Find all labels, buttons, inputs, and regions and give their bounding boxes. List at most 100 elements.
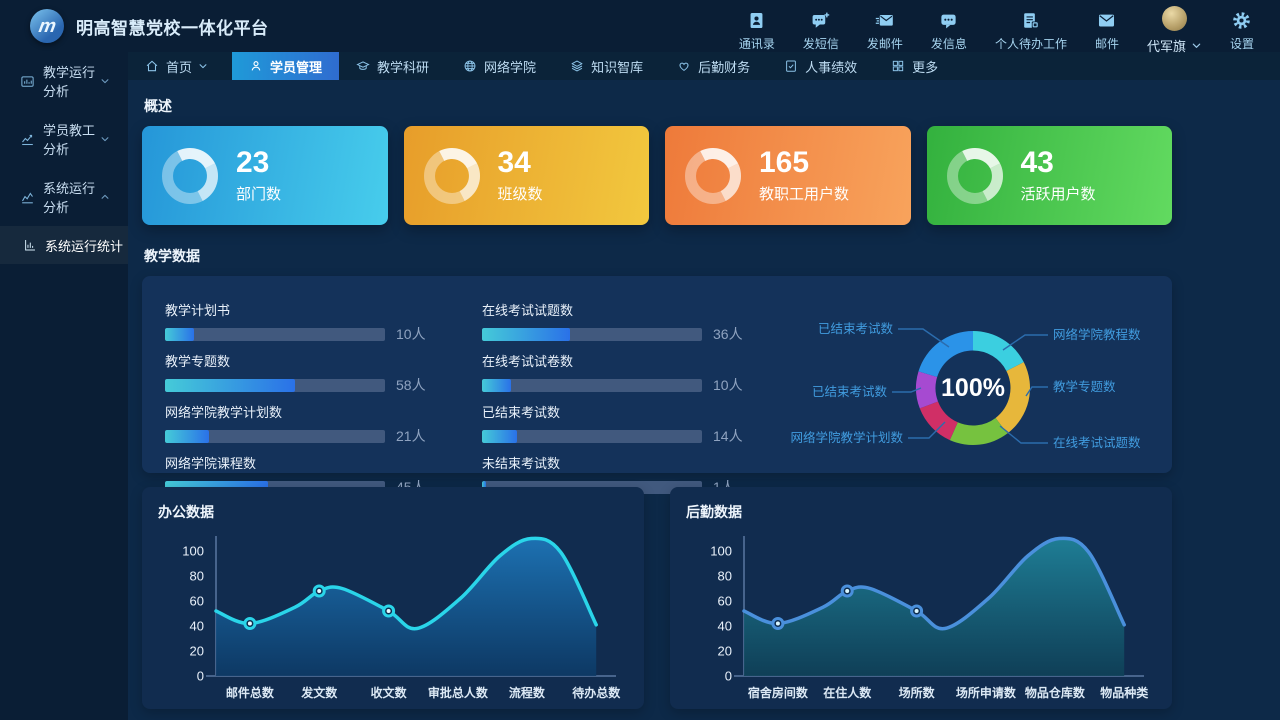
bar-label: 已结束考试数 bbox=[482, 402, 765, 421]
nav-item-user[interactable]: 学员管理 bbox=[232, 52, 339, 80]
nav-item-globe[interactable]: 网络学院 bbox=[446, 52, 553, 80]
header-action-mail-send[interactable]: 发邮件 bbox=[867, 1, 903, 52]
donut-center-label: 100% bbox=[941, 374, 1005, 402]
data-point-dot-center bbox=[248, 622, 252, 626]
header-action-label: 通讯录 bbox=[739, 35, 775, 52]
nav-item-clipboard-check[interactable]: 人事绩效 bbox=[767, 52, 874, 80]
user-name: 代军旗 bbox=[1147, 36, 1186, 55]
nav-item-label: 人事绩效 bbox=[805, 57, 857, 76]
data-point-dot-center bbox=[915, 609, 919, 613]
teaching-data-panel: 教学计划书10人教学专题数58人网络学院教学计划数21人网络学院课程数45人 在… bbox=[142, 276, 1172, 473]
header-action-sms-plus[interactable]: 发短信 bbox=[803, 1, 839, 52]
user-name-row: 代军旗 bbox=[1147, 36, 1202, 55]
donut-segment-label: 网络学院教程数 bbox=[1053, 327, 1141, 342]
x-axis-category-label: 邮件总数 bbox=[226, 685, 275, 700]
bar-label: 未结束考试数 bbox=[482, 453, 765, 472]
stat-card[interactable]: 34班级数 bbox=[404, 126, 650, 225]
nav-item-home[interactable]: 首页 bbox=[128, 52, 232, 80]
stat-value: 23 bbox=[236, 147, 281, 179]
nav-item-label: 更多 bbox=[912, 57, 938, 76]
nav-item-cap[interactable]: 教学科研 bbox=[339, 52, 446, 80]
header-action-contact-book[interactable]: 通讯录 bbox=[739, 1, 775, 52]
bar-track bbox=[482, 430, 702, 443]
sidebar-item-area-chart[interactable]: 系统运行分析 bbox=[0, 168, 128, 226]
mail-send-icon bbox=[875, 11, 894, 30]
bar-label: 在线考试试卷数 bbox=[482, 351, 765, 370]
layers-icon bbox=[570, 59, 584, 73]
bar-value: 36人 bbox=[713, 324, 743, 344]
nav-item-grid[interactable]: 更多 bbox=[874, 52, 955, 80]
nav-item-heart[interactable]: 后勤财务 bbox=[660, 52, 767, 80]
bar-value: 58人 bbox=[396, 375, 426, 395]
settings-label: 设置 bbox=[1230, 35, 1254, 52]
stat-value: 34 bbox=[498, 147, 543, 179]
header-action-todo-list[interactable]: 个人待办工作 bbox=[995, 1, 1067, 52]
histogram-icon bbox=[23, 238, 37, 252]
overview-title: 概述 bbox=[144, 96, 1172, 116]
sidebar-item-label: 系统运行分析 bbox=[43, 178, 100, 216]
bar-row: 10人 bbox=[165, 324, 448, 344]
bar-value: 14人 bbox=[713, 426, 743, 446]
stat-label: 部门数 bbox=[236, 183, 281, 204]
stat-card[interactable]: 43活跃用户数 bbox=[927, 126, 1173, 225]
gear-icon bbox=[1232, 11, 1251, 30]
bar-label: 网络学院课程数 bbox=[165, 453, 448, 472]
donut-svg: 100%已结束考试数已结束考试数网络学院教学计划数网络学院教程数教学专题数在线考… bbox=[773, 302, 1173, 474]
x-axis-category-label: 发文数 bbox=[300, 685, 338, 700]
stat-text: 23 部门数 bbox=[236, 147, 281, 205]
bar-label: 教学专题数 bbox=[165, 351, 448, 370]
sms-plus-icon bbox=[811, 11, 830, 30]
header-action-label: 发邮件 bbox=[867, 35, 903, 52]
x-axis-category-label: 待办总数 bbox=[572, 685, 621, 700]
x-axis-category-label: 宿舍房间数 bbox=[748, 685, 809, 700]
user-icon bbox=[249, 59, 263, 73]
area-fill bbox=[744, 538, 1124, 676]
ring-icon bbox=[947, 148, 1003, 204]
donut-segment-label: 已结束考试数 bbox=[818, 321, 894, 336]
sidebar-item-line-chart[interactable]: 学员教工分析 bbox=[0, 110, 128, 168]
overview-cards: 23 部门数 34班级数165教职工用户数43活跃用户数 bbox=[142, 126, 1172, 225]
header-action-envelope[interactable]: 邮件 bbox=[1095, 1, 1119, 52]
clipboard-check-icon bbox=[784, 59, 798, 73]
sidebar-item-bar-chart[interactable]: 教学运行分析 bbox=[0, 52, 128, 110]
chevron-down-icon bbox=[198, 61, 208, 71]
stat-card[interactable]: 165教职工用户数 bbox=[665, 126, 911, 225]
bar-fill bbox=[482, 328, 570, 341]
data-point-dot-center bbox=[776, 622, 780, 626]
nav-item-layers[interactable]: 知识智库 bbox=[553, 52, 660, 80]
header-action-chat-bubble[interactable]: 发信息 bbox=[931, 1, 967, 52]
chat-bubble-icon bbox=[939, 11, 958, 30]
bar-row: 58人 bbox=[165, 375, 448, 395]
header-action-label: 发信息 bbox=[931, 35, 967, 52]
avatar bbox=[1162, 6, 1187, 31]
office-data-title: 办公数据 bbox=[158, 502, 628, 522]
x-axis-category-label: 审批总人数 bbox=[428, 685, 489, 700]
bar-group: 教学专题数 58人 bbox=[165, 351, 448, 395]
donut-segment-label: 在线考试试题数 bbox=[1053, 435, 1141, 450]
x-axis-category-label: 物品种类 bbox=[1100, 685, 1149, 700]
y-axis-tick-label: 20 bbox=[718, 644, 732, 659]
donut-segment bbox=[918, 331, 973, 377]
bar-fill bbox=[165, 430, 209, 443]
chevron-up-icon bbox=[100, 192, 110, 202]
sidebar-item-label: 教学运行分析 bbox=[43, 62, 100, 100]
y-axis-tick-label: 40 bbox=[190, 619, 204, 634]
globe-icon bbox=[463, 59, 477, 73]
y-axis-tick-label: 100 bbox=[710, 544, 732, 559]
nav-item-label: 教学科研 bbox=[377, 57, 429, 76]
teaching-title: 教学数据 bbox=[144, 246, 1172, 266]
stat-label: 教职工用户数 bbox=[759, 183, 849, 204]
chevron-down-icon bbox=[100, 134, 110, 144]
grid-icon bbox=[891, 59, 905, 73]
sidebar: 教学运行分析学员教工分析系统运行分析系统运行统计 bbox=[0, 52, 128, 720]
bar-fill bbox=[482, 430, 517, 443]
settings-button[interactable]: 设置 bbox=[1230, 1, 1254, 52]
stat-card[interactable]: 23 部门数 bbox=[142, 126, 388, 225]
user-menu[interactable]: 代军旗 bbox=[1147, 0, 1202, 55]
donut-segment-label: 已结束考试数 bbox=[812, 384, 888, 399]
bar-row: 21人 bbox=[165, 426, 448, 446]
y-axis-tick-label: 80 bbox=[718, 569, 732, 584]
heart-icon bbox=[677, 59, 691, 73]
bar-value: 10人 bbox=[713, 375, 743, 395]
sidebar-subitem-histogram[interactable]: 系统运行统计 bbox=[0, 226, 128, 264]
